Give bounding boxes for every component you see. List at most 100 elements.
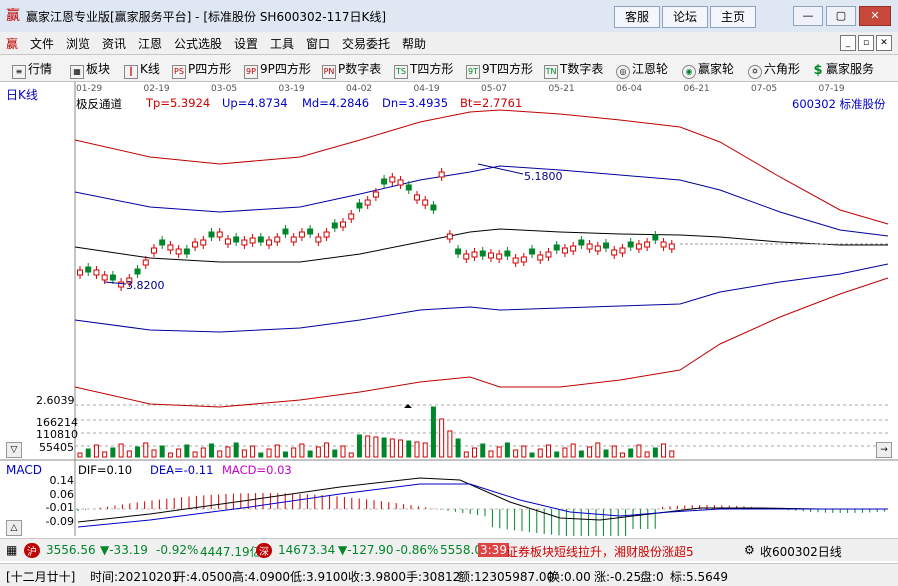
volume-bar [488,450,494,458]
volume-bar [439,418,445,458]
volume-bar [159,445,165,458]
menu-info[interactable]: 资讯 [102,35,126,52]
tp-value: Tp=5.3924 [146,96,211,110]
bar-biao: 标:5.5649 [670,570,729,584]
md-value: Md=4.2846 [302,96,370,110]
toolbar-p-number-button[interactable]: PN P数字表 [322,60,381,79]
candle-body [504,250,511,257]
menu-settings[interactable]: 设置 [234,35,258,52]
ps-icon: PS [172,65,186,79]
maximize-button[interactable]: ▢ [826,6,856,26]
volume-bar [414,441,420,458]
bar-info-status-bar: [十二月廿十] 时间:20210201 开:4.0500 高:4.0900 低:… [0,563,898,586]
candle-body [93,269,100,276]
close-button[interactable]: ✕ [859,6,891,26]
volume-bar [661,443,667,458]
shanghai-index-amount: 4447.19亿 [200,545,262,559]
toolbar-9p-square-button[interactable]: 9P 9P四方形 [244,60,311,79]
toolbar-win-wheel-button[interactable]: ◉ 赢家轮 [682,60,734,79]
panel-scroll-down-button[interactable]: ▽ [6,442,22,458]
candle-body [85,266,92,273]
candle-body [471,251,478,258]
bar-open: 开:4.0500 [174,570,233,584]
shenzhen-index-icon: 深 [256,543,272,558]
indicator-name: 极反通道 [76,97,122,111]
toolbar-hexagon-button[interactable]: ✡ 六角形 [748,60,800,79]
shanghai-index-percent: -0.92% [156,543,199,557]
candle-body [413,194,420,201]
volume-axis-label: 2.6039 [36,394,75,407]
volume-bar [595,442,601,458]
menu-window[interactable]: 窗口 [306,35,330,52]
home-button[interactable]: 主页 [710,6,756,28]
mdi-minimize-button[interactable]: _ [840,35,856,51]
shanghai-index-change: ▼-33.19 [100,543,148,557]
app-logo-icon: 赢 [6,8,20,24]
shenzhen-index-change: ▼-127.90 [338,543,394,557]
candle-body [348,213,355,220]
date-label: 02-19 [144,84,170,94]
menu-file[interactable]: 文件 [30,35,54,52]
toolbar-p-square-button[interactable]: PS P四方形 [172,60,231,79]
kline-chart[interactable]: 01-29 02-19 03-05 03-19 04-02 04-19 05-07 05-21… [0,82,898,536]
chart-area[interactable]: 日K线 01-29 02-19 03-05 03-19 04-02 04-19 05-07 0… [0,82,898,536]
macd-value: MACD=0.03 [222,463,292,477]
candle-body [356,202,363,209]
candle-body [101,274,108,281]
menu-trade[interactable]: 交易委托 [342,35,390,52]
menu-bar: 赢 文件 浏览 资讯 江恩 公式选股 设置 工具 窗口 交易委托 帮助 _ ▫ … [0,32,898,55]
volume-bar [209,443,215,458]
macd-scroll-up-button[interactable]: △ [6,520,22,536]
gear-icon[interactable]: ⚙ [744,543,755,557]
volume-bar [521,445,527,458]
customer-service-button[interactable]: 客服 [614,6,660,28]
candle-body [298,231,305,238]
candle-body [455,248,462,255]
toolbar-t-number-button[interactable]: TN T数字表 [544,60,603,79]
forum-button[interactable]: 论坛 [662,6,708,28]
volume-bar [266,448,272,458]
candle-body [594,245,601,252]
candle-body [307,228,314,235]
volume-bar [447,430,453,458]
menu-browse[interactable]: 浏览 [66,35,90,52]
toolbar-quotes-button[interactable]: ≡ 行情 [12,60,52,79]
minimize-button[interactable]: — [793,6,823,26]
volume-bar [373,436,379,458]
candle-body [266,239,273,246]
toolbar-gann-wheel-button[interactable]: ◎ 江恩轮 [616,60,668,79]
volume-bar [85,448,91,458]
bar-low: 低:3.9100 [290,570,349,584]
news-ticker[interactable]: 证券板块短线拉升，湘财股份涨超5 [506,543,738,560]
toolbar-t-square-button[interactable]: TS T四方形 [394,60,453,79]
candle-body [216,231,223,238]
list-icon: ≡ [12,65,26,79]
dif-line [77,477,888,523]
bar-change: 涨:-0.25 [594,570,642,584]
volume-bar [307,450,313,458]
candle-body [446,233,453,240]
market-grid-icon[interactable]: ▦ [6,543,17,557]
candle-body [438,171,445,178]
menu-tools[interactable]: 工具 [270,35,294,52]
menu-help[interactable]: 帮助 [402,35,426,52]
bt-value: Bt=2.7761 [460,96,523,110]
menu-gann[interactable]: 江恩 [138,35,162,52]
dollar-icon: $ [813,63,823,78]
candle-body [282,228,289,235]
panel-scroll-right-button[interactable]: → [876,442,892,458]
toolbar-kline-button[interactable]: ┃ K线 [124,60,160,79]
bar-close: 收:3.9800 [348,570,407,584]
quote-side-label: 收600302日线 [760,545,842,559]
dea-value: DEA=-0.11 [150,463,214,477]
menu-formula[interactable]: 公式选股 [174,35,222,52]
candle-body [397,179,404,186]
candle-body [323,231,330,238]
mdi-restore-button[interactable]: ▫ [858,35,874,51]
toolbar-sector-button[interactable]: ▦ 板块 [70,60,110,79]
date-label: 05-21 [549,84,575,94]
mdi-close-button[interactable]: ✕ [876,35,892,51]
shenzhen-index-percent: -0.86% [396,543,439,557]
toolbar-9t-square-button[interactable]: 9T 9T四方形 [466,60,533,79]
toolbar-service-button[interactable]: $ 赢家服务 [812,60,874,77]
